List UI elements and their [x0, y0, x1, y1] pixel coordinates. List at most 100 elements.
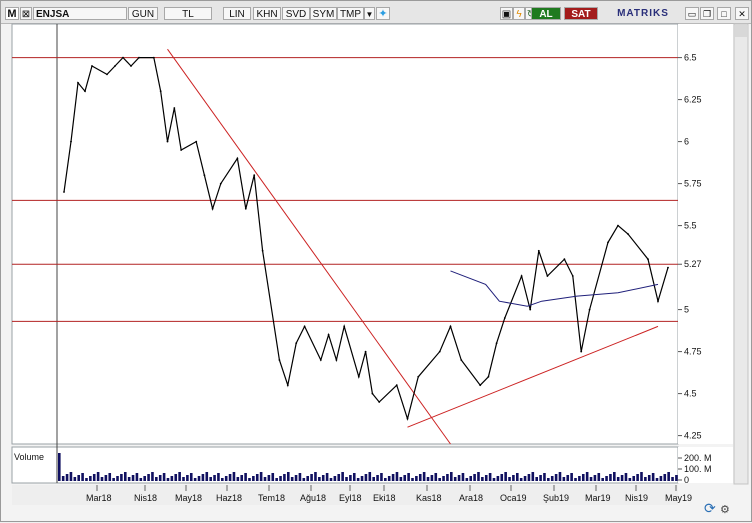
- volume-bar: [61, 476, 65, 481]
- volume-bar: [58, 453, 61, 481]
- price-point: [563, 258, 566, 261]
- volume-bar: [675, 475, 678, 481]
- volume-bar: [504, 472, 507, 481]
- price-point: [114, 65, 116, 67]
- volume-bar: [345, 477, 348, 481]
- volume-tick-label: 100. M: [684, 464, 712, 474]
- volume-bar: [636, 474, 639, 481]
- volume-bar: [259, 472, 263, 481]
- price-point: [261, 249, 264, 252]
- x-tick-label: May18: [175, 493, 202, 503]
- volume-bar: [384, 478, 387, 481]
- y-tick-label: 4.75: [684, 347, 702, 357]
- y-tick-label: 6.25: [684, 95, 702, 105]
- price-point: [278, 359, 281, 361]
- settings-icon[interactable]: ⚙: [720, 504, 730, 516]
- price-point: [195, 140, 198, 143]
- volume-bar: [314, 472, 317, 481]
- volume-bar: [205, 472, 209, 481]
- volume-bar: [434, 473, 438, 481]
- price-point: [244, 207, 247, 210]
- volume-bar: [360, 476, 364, 481]
- volume-bar: [162, 473, 166, 481]
- x-tick-label: Kas18: [416, 493, 442, 503]
- volume-bar: [554, 474, 558, 481]
- price-point: [303, 325, 306, 328]
- price-point: [520, 275, 523, 277]
- volume-bar: [310, 474, 313, 481]
- volume-bar: [624, 473, 628, 481]
- volume-bar: [527, 474, 531, 481]
- volume-bar: [158, 475, 162, 481]
- price-point: [503, 317, 506, 319]
- volume-bar: [100, 477, 104, 481]
- volume-bar: [446, 474, 449, 481]
- volume-bar: [104, 475, 108, 481]
- volume-bar: [380, 473, 383, 481]
- volume-bar: [550, 476, 554, 481]
- price-point: [327, 333, 330, 336]
- volume-bar: [69, 472, 73, 481]
- volume-bar: [387, 476, 391, 481]
- volume-bar: [337, 474, 341, 481]
- volume-bar: [252, 476, 255, 481]
- volume-bar: [578, 476, 581, 481]
- y-tick-label: 4.5: [684, 389, 697, 399]
- volume-bar: [73, 477, 77, 481]
- volume-bar: [174, 474, 178, 481]
- volume-bar: [364, 474, 368, 481]
- volume-bar: [96, 472, 100, 481]
- x-tick-label: Ağu18: [300, 493, 326, 503]
- volume-bar: [477, 472, 480, 481]
- volume-bar: [492, 478, 496, 481]
- volume-bar: [655, 478, 659, 481]
- price-point: [91, 65, 93, 67]
- volume-bar: [321, 475, 325, 481]
- volume-bar: [647, 475, 651, 481]
- volume-bar: [329, 478, 333, 481]
- volume-bar: [275, 478, 278, 481]
- volume-bar: [77, 475, 81, 481]
- volume-bar: [667, 472, 670, 481]
- price-point: [180, 149, 183, 151]
- volume-bar: [535, 477, 538, 481]
- price-point: [529, 308, 532, 311]
- volume-bar: [65, 474, 69, 481]
- price-point: [357, 375, 360, 378]
- volume-bar: [271, 473, 275, 481]
- price-point: [319, 359, 322, 361]
- price-point: [364, 350, 367, 353]
- volume-bar: [539, 475, 542, 481]
- scroll-up-icon[interactable]: [735, 25, 747, 37]
- volume-bar: [139, 478, 143, 481]
- volume-bar: [166, 478, 170, 481]
- y-tick-label: 5: [684, 305, 689, 315]
- volume-bar: [659, 476, 663, 481]
- volume-bar: [267, 475, 271, 481]
- volume-bar: [438, 478, 441, 481]
- x-tick-label: Şub19: [543, 493, 569, 503]
- x-tick-label: Eyl18: [339, 493, 362, 503]
- volume-bar: [236, 477, 240, 481]
- volume-bar: [512, 475, 515, 481]
- volume-bar: [155, 477, 158, 481]
- volume-bar: [515, 473, 519, 481]
- volume-bar: [403, 475, 407, 481]
- volume-bar: [574, 478, 577, 481]
- volume-bar: [123, 472, 127, 481]
- price-point: [166, 140, 169, 143]
- volume-bar: [488, 473, 492, 481]
- price-point: [487, 375, 490, 378]
- vertical-scrollbar[interactable]: [733, 23, 749, 485]
- volume-bar: [182, 477, 185, 481]
- volume-bar: [465, 478, 469, 481]
- price-point: [219, 182, 222, 185]
- refresh-icon[interactable]: ⟳: [704, 500, 716, 516]
- volume-bar: [671, 477, 674, 481]
- volume-bar: [197, 476, 201, 481]
- volume-bar: [116, 476, 119, 481]
- price-point: [546, 275, 549, 277]
- volume-bar: [224, 476, 228, 481]
- price-point: [286, 384, 289, 387]
- price-point: [438, 350, 441, 353]
